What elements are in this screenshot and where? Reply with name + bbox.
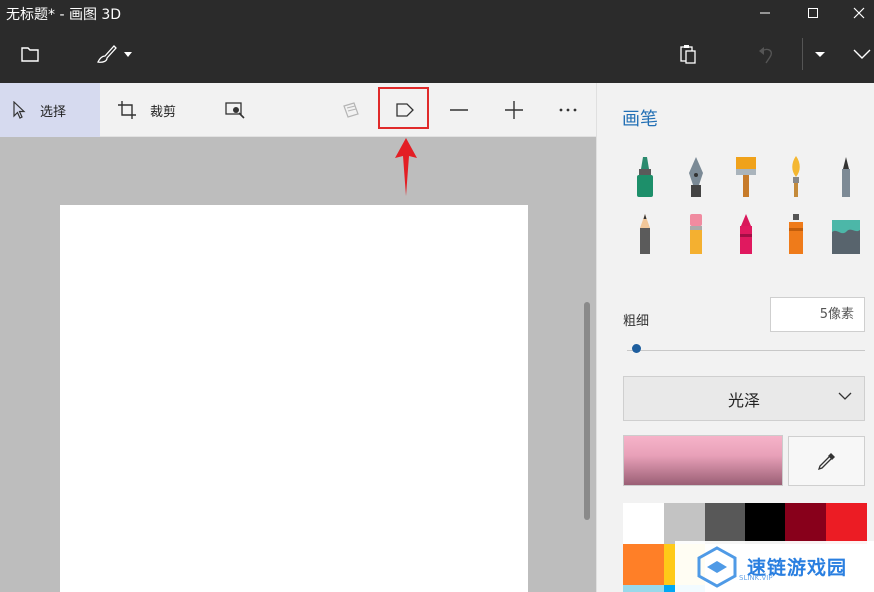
color-swatch-white[interactable] [623, 503, 664, 544]
brush-panel: 画笔 粗细 5像素 光泽 [596, 83, 874, 592]
color-swatch-black[interactable] [745, 503, 786, 544]
drawing-canvas[interactable] [60, 205, 528, 592]
eyedropper-button[interactable] [788, 436, 865, 486]
app-toolbar [0, 26, 874, 83]
maximize-button[interactable] [790, 0, 836, 26]
chevron-down-icon [853, 49, 871, 59]
eyedropper-icon [817, 453, 835, 471]
title-bar: 无标题* - 画图 3D [0, 0, 874, 26]
color-swatch-dark-red[interactable] [785, 503, 826, 544]
fill-brush[interactable] [826, 210, 866, 258]
thickness-slider-thumb[interactable] [632, 344, 641, 353]
magic-select-tool[interactable] [225, 83, 245, 137]
undo-button[interactable] [750, 38, 782, 70]
history-dropdown-icon [815, 52, 825, 57]
fill-icon [832, 220, 860, 254]
chevron-down-icon [838, 392, 852, 400]
more-icon [559, 108, 577, 112]
calligraphy-pen-icon [689, 157, 703, 197]
oil-brush-icon [736, 157, 756, 197]
spray-can-icon [789, 214, 803, 254]
watermark: 速链游戏园 SLINK.VIP [675, 541, 874, 592]
expand-button[interactable] [850, 38, 874, 70]
minimize-button[interactable] [742, 0, 788, 26]
cursor-icon [13, 101, 26, 119]
watercolor-icon [792, 156, 800, 197]
marker-brush[interactable] [625, 153, 665, 201]
plus-icon [505, 101, 523, 119]
crayon-icon [740, 214, 752, 254]
crayon-brush[interactable] [726, 210, 766, 258]
oil-brush[interactable] [726, 153, 766, 201]
window-title: 无标题* - 画图 3D [6, 7, 122, 23]
more-tools-button[interactable] [558, 83, 578, 137]
crop-icon [118, 101, 136, 119]
highlight-box [378, 87, 429, 129]
color-swatch-red[interactable] [826, 503, 867, 544]
color-swatch-light-blue[interactable] [623, 585, 664, 592]
marker-icon [637, 157, 653, 197]
add-tool[interactable] [504, 83, 524, 137]
finish-label: 光泽 [727, 390, 760, 410]
calligraphy-pen-brush[interactable] [676, 153, 716, 201]
crop-tool[interactable]: 裁剪 [118, 83, 176, 137]
color-swatch-orange[interactable] [623, 544, 664, 585]
watercolor-brush[interactable] [776, 153, 816, 201]
3d-shapes-icon [343, 102, 359, 118]
brush-menu-icon [97, 45, 132, 63]
watermark-subtext: SLINK.VIP [739, 574, 773, 582]
eraser-brush[interactable] [676, 210, 716, 258]
thickness-slider-track[interactable] [627, 350, 865, 351]
watermark-logo-icon [697, 545, 737, 588]
pencil-brush[interactable] [625, 210, 665, 258]
close-button[interactable] [836, 0, 874, 26]
thickness-label: 粗细 [623, 314, 650, 329]
color-swatch-dark-gray[interactable] [705, 503, 746, 544]
spray-can-brush[interactable] [776, 210, 816, 258]
color-swatch-light-gray[interactable] [664, 503, 705, 544]
crop-label: 裁剪 [150, 104, 177, 120]
pixel-pen-icon [842, 157, 850, 197]
thickness-input[interactable]: 5像素 [770, 297, 865, 332]
finish-dropdown[interactable]: 光泽 [623, 376, 865, 421]
tools-ribbon: 选择 裁剪 [0, 83, 596, 137]
paste-button[interactable] [672, 38, 704, 70]
shape-3d-tool[interactable] [342, 83, 360, 137]
eraser-icon [690, 214, 702, 254]
red-arrow-icon [395, 138, 417, 196]
toolbar-divider [802, 38, 803, 70]
panel-title: 画笔 [622, 109, 658, 130]
undo-icon [759, 47, 772, 64]
line-tool[interactable] [449, 83, 469, 137]
minimize-icon [760, 12, 770, 14]
folder-icon [21, 47, 39, 62]
art-tools-button[interactable] [94, 38, 136, 70]
maximize-icon [808, 8, 818, 18]
magic-select-icon [225, 102, 245, 119]
pixel-pen-brush[interactable] [826, 153, 866, 201]
select-label: 选择 [40, 104, 67, 120]
select-tool[interactable]: 选择 [0, 83, 100, 137]
open-menu-button[interactable] [14, 38, 46, 70]
close-icon [853, 7, 865, 19]
paste-icon [680, 45, 696, 64]
minus-icon [450, 109, 468, 111]
pencil-icon [640, 214, 650, 254]
vertical-scrollbar[interactable] [584, 302, 590, 520]
current-color-swatch[interactable] [623, 435, 783, 486]
history-dropdown-button[interactable] [808, 38, 832, 70]
